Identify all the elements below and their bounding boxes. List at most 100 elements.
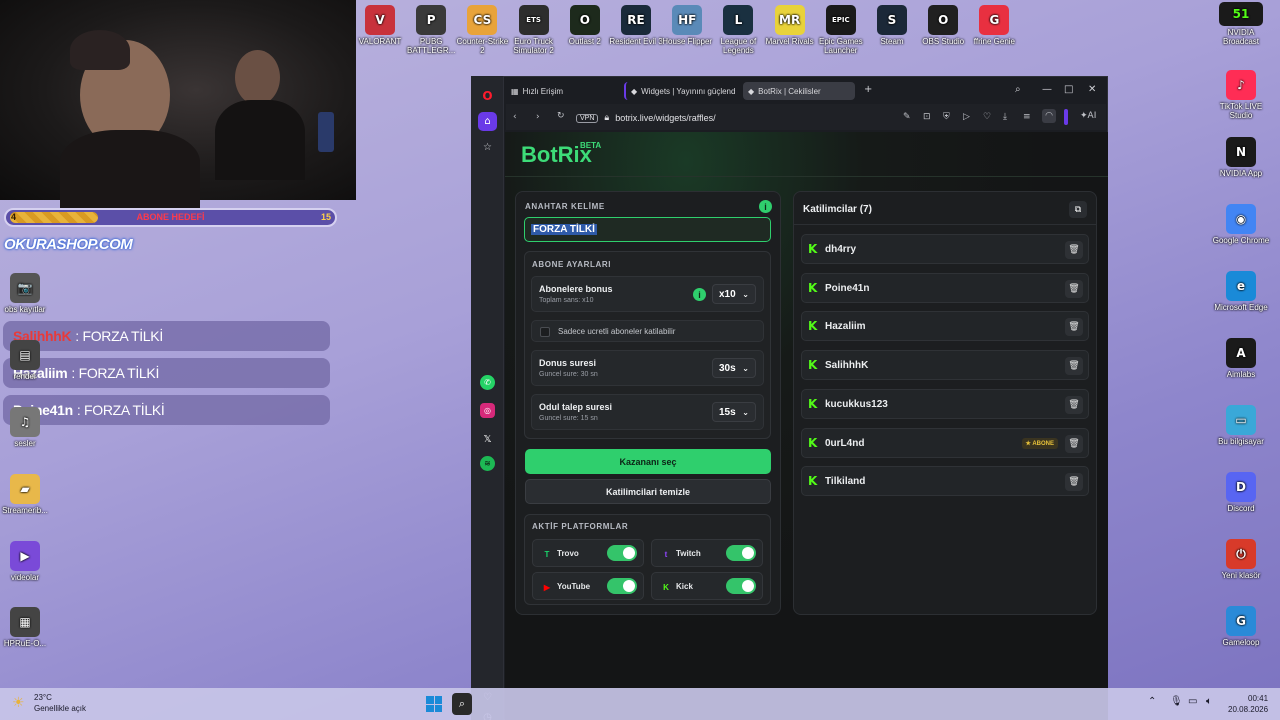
info-icon[interactable]: i (759, 200, 772, 213)
desktop-shortcut[interactable]: RE Resident Evil 3 (607, 5, 665, 46)
download-icon[interactable]: ⤓ (1003, 112, 1007, 122)
desktop-shortcut[interactable]: ▤ render (0, 340, 54, 381)
volume-icon[interactable]: 🔈︎ (1206, 696, 1212, 707)
desktop-shortcut[interactable]: ▰ Streamerib... (0, 474, 54, 515)
keyword-input[interactable]: FORZA TİLKİ (524, 217, 771, 242)
desktop-shortcut[interactable]: N NVIDIA App (1212, 137, 1270, 178)
x-twitter-icon[interactable]: 𝕏 (478, 430, 497, 449)
url-text[interactable]: botrix.live/widgets/raffles/ (615, 113, 715, 123)
desktop-shortcut[interactable]: L League of Legends (709, 5, 767, 55)
desktop-shortcut[interactable]: MR Marvel Rivals (761, 5, 819, 46)
tray-chevron-icon[interactable]: ⌃ (1148, 696, 1156, 707)
outlast-icon: O (569, 5, 600, 35)
instagram-icon[interactable]: ◎ (480, 403, 495, 418)
desktop-shortcut[interactable]: HF House Flipper (658, 5, 716, 46)
desktop-shortcut[interactable]: ♪ TikTok LIVE Studio (1212, 70, 1270, 120)
trash-icon[interactable]: 🗑︎ (1065, 241, 1083, 259)
new-tab-icon[interactable]: + (864, 84, 872, 95)
desktop-shortcut[interactable]: CS Counter-Strike 2 (453, 5, 511, 55)
desktop-shortcut[interactable]: e Microsoft Edge (1212, 271, 1270, 312)
donus-select[interactable]: 30s ⌄ (712, 358, 756, 378)
desktop-shortcut[interactable]: V VALORANT (351, 5, 409, 46)
keyword-value[interactable]: FORZA TİLKİ (531, 224, 597, 235)
opera-logo-icon[interactable]: O (478, 86, 497, 105)
pick-winner-button[interactable]: Kazananı seç (525, 449, 771, 474)
desktop-shortcut[interactable]: 51 NVIDIA Broadcast (1212, 2, 1270, 46)
desktop-shortcut[interactable]: ▶ videolar (0, 541, 54, 582)
platform-toggle[interactable] (607, 578, 637, 594)
network-icon[interactable]: ▭ (1188, 696, 1197, 707)
maximize-icon[interactable]: □ (1064, 84, 1073, 95)
trash-icon[interactable]: 🗑︎ (1065, 473, 1083, 492)
trash-icon[interactable]: 🗑︎ (1065, 279, 1083, 298)
microphone-icon[interactable]: 🎙︎ (1170, 696, 1183, 707)
snapshot-icon[interactable]: ⊡ (923, 112, 931, 122)
bonus-select[interactable]: x10 ⌄ (712, 284, 756, 304)
minimize-icon[interactable]: — (1042, 84, 1052, 95)
desktop-shortcut[interactable]: O OBS Studio (914, 5, 972, 46)
desktop-shortcut[interactable]: S Steam (863, 5, 921, 46)
copy-icon[interactable]: ⧉ (1069, 201, 1087, 218)
odul-select[interactable]: 15s ⌄ (712, 402, 756, 422)
clock-date[interactable]: 20.08.2026 (1228, 705, 1268, 714)
bonus-info-icon[interactable]: i (693, 288, 706, 301)
tab-quick-access[interactable]: ▦ Hızlı Erişim (506, 82, 616, 100)
platform-toggle[interactable] (726, 545, 756, 561)
desktop-shortcut[interactable]: A Aimlabs (1212, 338, 1270, 379)
truck-icon: ETS (518, 5, 549, 35)
clock-time[interactable]: 00:41 (1248, 694, 1268, 703)
tab-botrix-raffles[interactable]: ◆ BotRix | Cekilisler (743, 82, 855, 100)
edit-icon[interactable]: ✎ (903, 112, 911, 122)
back-icon[interactable]: ‹ (513, 112, 517, 122)
desktop-shortcut[interactable]: G Gameloop (1212, 606, 1270, 647)
spotify-icon[interactable]: ≋ (480, 456, 495, 471)
close-icon[interactable]: ✕ (1088, 84, 1096, 95)
desktop-shortcut[interactable]: ⏻ Yeni klasör (1212, 539, 1270, 580)
weather-temp[interactable]: 23°C (34, 693, 52, 702)
desktop-shortcut[interactable]: P PUBG BATTLEGR... (402, 5, 460, 55)
shield-icon[interactable]: ⛨ (943, 112, 950, 122)
weather-desc[interactable]: Genellikle açık (34, 704, 86, 713)
desktop-shortcut[interactable]: D Discord (1212, 472, 1270, 513)
trash-icon[interactable]: 🗑︎ (1065, 434, 1083, 453)
desktop-shortcut[interactable]: EPIC Epic Games Launcher (812, 5, 870, 55)
resident-evil-icon: RE (621, 5, 651, 35)
windows-start-icon[interactable] (426, 696, 442, 712)
trash-icon[interactable]: 🗑︎ (1065, 318, 1083, 337)
participant-name: Poine41n (825, 282, 870, 294)
reload-icon[interactable]: ↻ (557, 111, 565, 121)
vpn-badge[interactable]: VPN (576, 113, 599, 123)
desktop-shortcut[interactable]: 📷 obs kayıtlar (0, 273, 54, 314)
heart-outline-icon[interactable]: ♡ (983, 112, 991, 122)
paid-only-row[interactable]: Sadece ucretli aboneler katilabilir (531, 320, 764, 342)
desktop-shortcut[interactable]: Gffrine Genie (965, 5, 1023, 46)
goal-target: 15 (320, 212, 331, 222)
clear-participants-button[interactable]: Katilimcilari temizle (525, 479, 771, 504)
whatsapp-icon[interactable]: ✆ (480, 375, 495, 390)
platform-toggle[interactable] (607, 545, 637, 561)
star-icon[interactable]: ☆ (478, 138, 497, 157)
ai-button[interactable]: ✦AI (1080, 111, 1096, 121)
desktop-shortcut[interactable]: ▦ HPRuE-O... (0, 607, 54, 648)
desktop-shortcut[interactable]: ▭ Bu bilgisayar (1212, 405, 1270, 446)
desktop-shortcut[interactable]: ETS Euro Truck Simulator 2 (505, 5, 563, 55)
trash-icon[interactable]: 🗑︎ (1065, 357, 1083, 376)
tab-widgets[interactable]: ◆ Widgets | Yayınını güçlend (624, 82, 740, 100)
forward-icon[interactable]: › (536, 112, 540, 122)
search-icon[interactable]: ⌕ (1015, 84, 1021, 95)
paid-only-checkbox[interactable] (540, 327, 550, 337)
trash-icon[interactable]: 🗑︎ (1065, 395, 1083, 414)
desktop-shortcut[interactable]: O Outlast 2 (556, 5, 614, 46)
home-icon[interactable]: ⌂ (478, 112, 497, 131)
profile-icon[interactable]: ◠ (1042, 109, 1056, 123)
play-icon[interactable]: ▷ (963, 112, 970, 122)
platform-twitch: t Twitch (651, 539, 763, 567)
taskbar-search-icon[interactable]: ⌕ (452, 693, 472, 715)
weather-icon[interactable]: ☀ (12, 695, 25, 711)
desktop-shortcut[interactable]: ◉ Google Chrome (1212, 204, 1270, 245)
menu-icon[interactable]: ≡ (1023, 112, 1031, 122)
platform-toggle[interactable] (726, 578, 756, 594)
url-bar[interactable]: VPN 🔒︎ botrix.live/widgets/raffles/ (576, 109, 880, 127)
desktop-shortcut[interactable]: ♫ sesler (0, 407, 54, 448)
participant-name: 0urL4nd (825, 437, 865, 449)
